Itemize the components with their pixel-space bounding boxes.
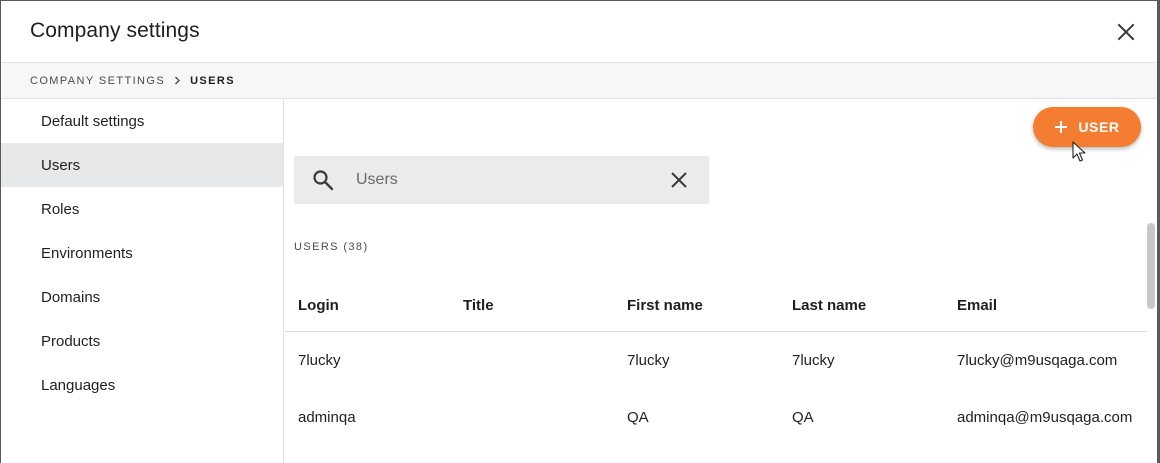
sidebar-item-environments[interactable]: Environments [1, 231, 283, 275]
breadcrumb-users: USERS [190, 74, 235, 87]
close-button[interactable] [1114, 20, 1138, 44]
sidebar-item-roles[interactable]: Roles [1, 187, 283, 231]
sidebar-item-users[interactable]: Users [1, 143, 283, 187]
table-row[interactable]: adminqa QA QA adminqa@m9usqaga.com [285, 389, 1147, 446]
column-header-login[interactable]: Login [298, 297, 339, 314]
search-input[interactable] [356, 156, 656, 204]
sidebar-item-label: Default settings [41, 112, 145, 130]
sidebar-item-domains[interactable]: Domains [1, 275, 283, 319]
table-header: Login Title First name Last name Email [285, 279, 1147, 332]
sidebar-item-languages[interactable]: Languages [1, 363, 283, 407]
cell-login: adminqa [298, 409, 356, 426]
sidebar-item-label: Languages [41, 376, 116, 394]
cell-first-name: 7lucky [627, 352, 670, 369]
search-icon [313, 170, 334, 191]
clear-icon[interactable] [669, 170, 689, 190]
sidebar-item-default-settings[interactable]: Default settings [1, 99, 283, 143]
cell-login: 7lucky [298, 352, 341, 369]
column-header-email[interactable]: Email [957, 297, 997, 314]
chevron-right-icon [174, 76, 181, 85]
dialog-header: Company settings [1, 1, 1157, 63]
add-user-button[interactable]: USER [1033, 107, 1141, 147]
cell-email: adminqa@m9usqaga.com [957, 409, 1133, 426]
mouse-pointer-icon [1072, 141, 1086, 162]
cell-last-name: 7lucky [792, 352, 835, 369]
company-settings-dialog: Company settings COMPANY SETTINGS USERS … [0, 0, 1160, 463]
settings-sidebar: Default settings Users Roles Environment… [1, 99, 284, 463]
page-title: Company settings [30, 19, 200, 42]
column-header-last-name[interactable]: Last name [792, 297, 866, 314]
add-user-label: USER [1078, 119, 1120, 135]
users-panel: USER USERS (38) Login Title First name L… [285, 99, 1157, 463]
table-row[interactable]: 7lucky 7lucky 7lucky 7lucky@m9usqaga.com [285, 332, 1147, 389]
sidebar-item-label: Users [41, 156, 81, 174]
plus-icon [1055, 121, 1068, 133]
breadcrumb: COMPANY SETTINGS USERS [1, 63, 1157, 99]
users-count: USERS (38) [294, 241, 369, 253]
cell-first-name: QA [627, 409, 649, 426]
sidebar-item-products[interactable]: Products [1, 319, 283, 363]
column-header-first-name[interactable]: First name [627, 297, 703, 314]
column-header-title[interactable]: Title [463, 297, 494, 314]
cell-last-name: QA [792, 409, 814, 426]
sidebar-item-label: Products [41, 332, 101, 350]
search-bar [294, 156, 709, 204]
users-table: Login Title First name Last name Email 7… [285, 279, 1147, 446]
breadcrumb-company-settings[interactable]: COMPANY SETTINGS [30, 75, 165, 87]
scrollbar-thumb[interactable] [1147, 223, 1155, 309]
sidebar-item-label: Domains [41, 288, 101, 306]
cell-email: 7lucky@m9usqaga.com [957, 352, 1118, 369]
sidebar-item-label: Roles [41, 200, 80, 218]
close-icon [1117, 23, 1135, 41]
sidebar-item-label: Environments [41, 244, 133, 262]
